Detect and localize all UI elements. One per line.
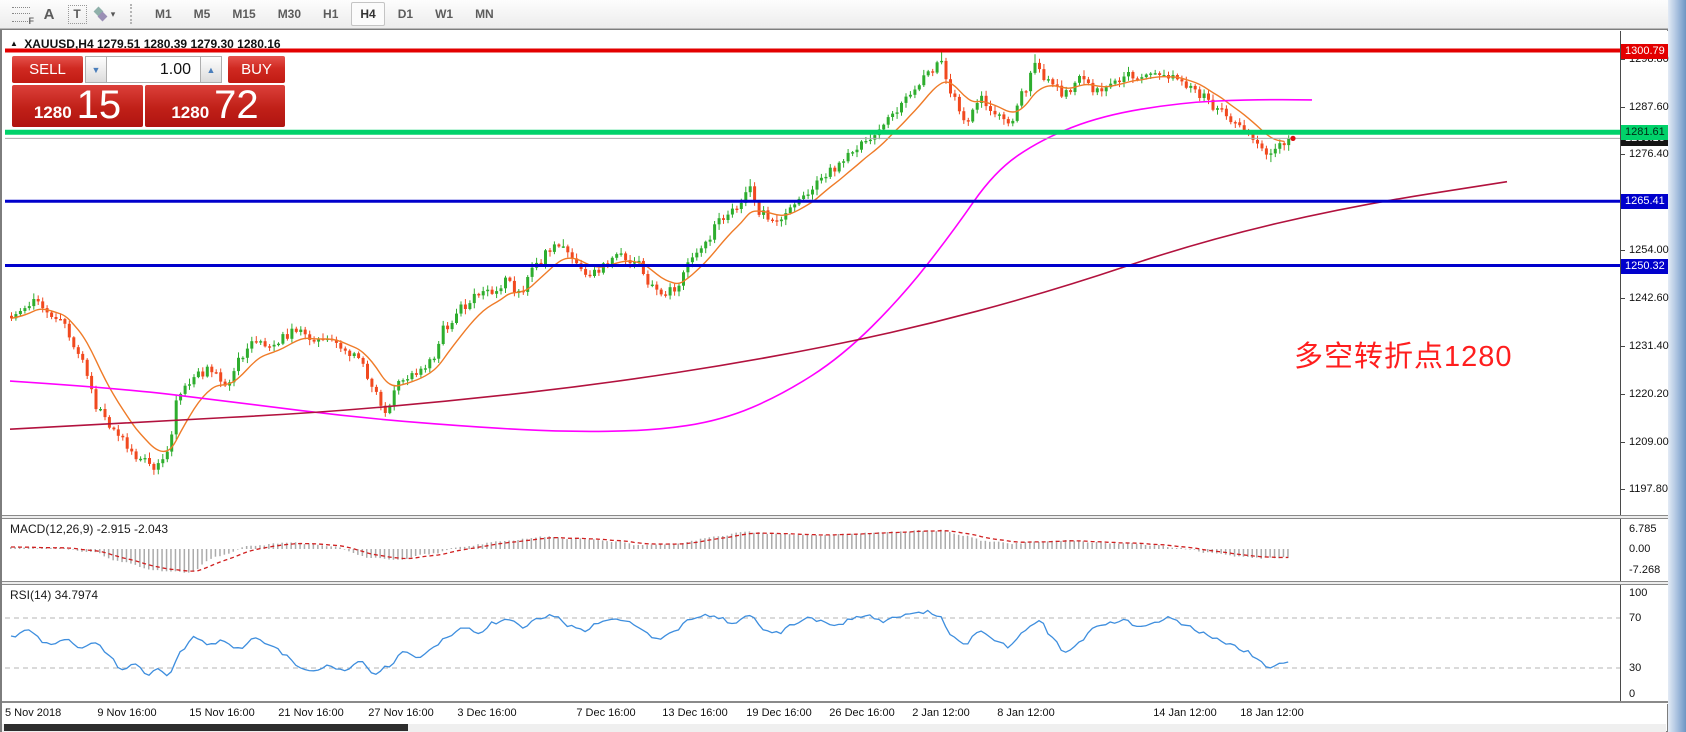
time-scale[interactable]: 5 Nov 2018 9 Nov 16:00 15 Nov 16:00 21 Nov …	[2, 703, 1620, 723]
symbol-triangle-icon: ▲	[10, 39, 18, 48]
text-box-icon: T	[68, 5, 87, 24]
buy-price-pips: 72	[214, 87, 259, 123]
panel-separator[interactable]	[2, 515, 1668, 519]
price-badge: 1300.79	[1621, 44, 1668, 59]
price-tick-label: 1254.00	[1629, 244, 1669, 256]
price-badge: 1281.61	[1621, 125, 1668, 140]
timeframe-button-mn[interactable]: MN	[466, 2, 503, 26]
time-tick-label: 9 Nov 16:00	[97, 707, 156, 719]
time-tick-label: 15 Nov 16:00	[189, 707, 254, 719]
close-value: 1280.16	[237, 37, 280, 51]
macd-scale-label: 0.00	[1629, 543, 1650, 555]
macd-panel[interactable]	[2, 519, 1620, 581]
text-label-tool-button[interactable]: A	[36, 2, 62, 26]
high-value: 1280.39	[144, 37, 187, 51]
timeframe-button-h4[interactable]: H4	[351, 2, 384, 26]
rsi-scale-label: 100	[1629, 587, 1647, 599]
chart-title: ▲ XAUUSD,H4 1279.51 1280.39 1279.30 1280…	[10, 37, 281, 51]
time-tick-label: 18 Jan 12:00	[1240, 707, 1304, 719]
price-badge: 1250.32	[1621, 259, 1668, 274]
time-tick-label: 13 Dec 16:00	[662, 707, 727, 719]
sell-price-main: 1280	[34, 103, 72, 123]
sell-price-button[interactable]: 1280 15	[12, 85, 143, 127]
price-tick-label: 1242.60	[1629, 292, 1669, 304]
rsi-scale-label: 0	[1629, 688, 1635, 700]
price-tick-mark	[1621, 107, 1625, 108]
time-tick-label: 21 Nov 16:00	[278, 707, 343, 719]
time-tick-label: 26 Dec 16:00	[829, 707, 894, 719]
indicator-properties-button[interactable]: F	[8, 2, 34, 26]
price-tick-mark	[1621, 489, 1625, 490]
time-tick-label: 2 Jan 12:00	[912, 707, 970, 719]
price-tick-mark	[1621, 59, 1625, 60]
timeframe-button-m30[interactable]: M30	[269, 2, 310, 26]
price-tick-label: 1197.80	[1629, 483, 1668, 495]
time-tick-label: 19 Dec 16:00	[746, 707, 811, 719]
price-tick-label: 1276.40	[1629, 148, 1669, 160]
sell-button[interactable]: SELL	[12, 56, 83, 83]
timeframe-button-d1[interactable]: D1	[389, 2, 422, 26]
toolbar: F A T ▾ M1M5M15M30H1H4D1W1MN	[0, 0, 1668, 29]
price-tick-mark	[1621, 154, 1625, 155]
chart-window: ▲ XAUUSD,H4 1279.51 1280.39 1279.30 1280…	[0, 29, 1668, 732]
price-tick-label: 1287.60	[1629, 101, 1669, 113]
price-tick-label: 1220.20	[1629, 388, 1669, 400]
shapes-tool-button[interactable]: ▾	[92, 2, 118, 26]
price-tick-mark	[1621, 250, 1625, 251]
horizontal-scrollbar[interactable]	[2, 724, 1666, 732]
rsi-panel[interactable]	[2, 585, 1620, 701]
volume-increase-button[interactable]: ▲	[200, 56, 222, 83]
price-tick-mark	[1621, 442, 1625, 443]
time-axis-border	[2, 701, 1668, 704]
buy-button[interactable]: BUY	[228, 56, 285, 83]
rsi-label: RSI(14) 34.7974	[10, 588, 98, 602]
volume-input[interactable]: 1.00	[107, 56, 200, 83]
time-tick-label: 14 Jan 12:00	[1153, 707, 1217, 719]
price-scale[interactable]: 1298.801287.601276.401254.001242.601231.…	[1620, 31, 1668, 701]
one-click-trading-panel: SELL ▼ 1.00 ▲ BUY 1280 15 1280 72	[12, 56, 285, 127]
time-tick-label: 8 Jan 12:00	[997, 707, 1055, 719]
scrollbar-thumb[interactable]	[4, 724, 408, 731]
macd-scale-label: 6.785	[1629, 523, 1657, 535]
timeframe-buttons: M1M5M15M30H1H4D1W1MN	[144, 2, 505, 26]
toolbar-separator	[130, 4, 136, 24]
price-tick-mark	[1621, 394, 1625, 395]
panel-separator[interactable]	[2, 581, 1668, 585]
indicator-f-icon: F	[12, 7, 30, 22]
shapes-icon	[95, 9, 106, 20]
timeframe-button-m1[interactable]: M1	[146, 2, 181, 26]
price-tick-label: 1231.40	[1629, 340, 1669, 352]
timeframe-button-m5[interactable]: M5	[185, 2, 220, 26]
time-tick-label: 27 Nov 16:00	[368, 707, 433, 719]
macd-label: MACD(12,26,9) -2.915 -2.043	[10, 522, 168, 536]
macd-scale-label: -7.268	[1629, 564, 1660, 576]
buy-price-main: 1280	[171, 103, 209, 123]
time-tick-label: 5 Nov 2018	[5, 707, 61, 719]
metatrader-app: F A T ▾ M1M5M15M30H1H4D1W1MN ▲ XAUUSD,H4…	[0, 0, 1686, 732]
dropdown-caret-icon: ▾	[111, 9, 116, 20]
time-tick-label: 3 Dec 16:00	[457, 707, 516, 719]
time-tick-label: 7 Dec 16:00	[576, 707, 635, 719]
volume-decrease-button[interactable]: ▼	[85, 56, 107, 83]
buy-price-button[interactable]: 1280 72	[145, 85, 285, 127]
rsi-scale-label: 70	[1629, 612, 1641, 624]
sell-price-pips: 15	[77, 87, 122, 123]
price-tick-mark	[1621, 346, 1625, 347]
window-edge-strip	[1668, 0, 1686, 732]
chart-annotation-text[interactable]: 多空转折点1280	[1294, 333, 1513, 375]
low-value: 1279.30	[190, 37, 233, 51]
price-badge: 1265.41	[1621, 194, 1668, 209]
timeframe-button-m15[interactable]: M15	[223, 2, 264, 26]
price-tick-label: 1209.00	[1629, 436, 1669, 448]
timeframe-button-h1[interactable]: H1	[314, 2, 347, 26]
symbol-label: XAUUSD,H4	[24, 37, 93, 51]
timeframe-button-w1[interactable]: W1	[426, 2, 462, 26]
letter-a-icon: A	[44, 6, 55, 23]
price-tick-mark	[1621, 298, 1625, 299]
rsi-scale-label: 30	[1629, 662, 1641, 674]
open-value: 1279.51	[97, 37, 140, 51]
text-box-tool-button[interactable]: T	[64, 2, 90, 26]
